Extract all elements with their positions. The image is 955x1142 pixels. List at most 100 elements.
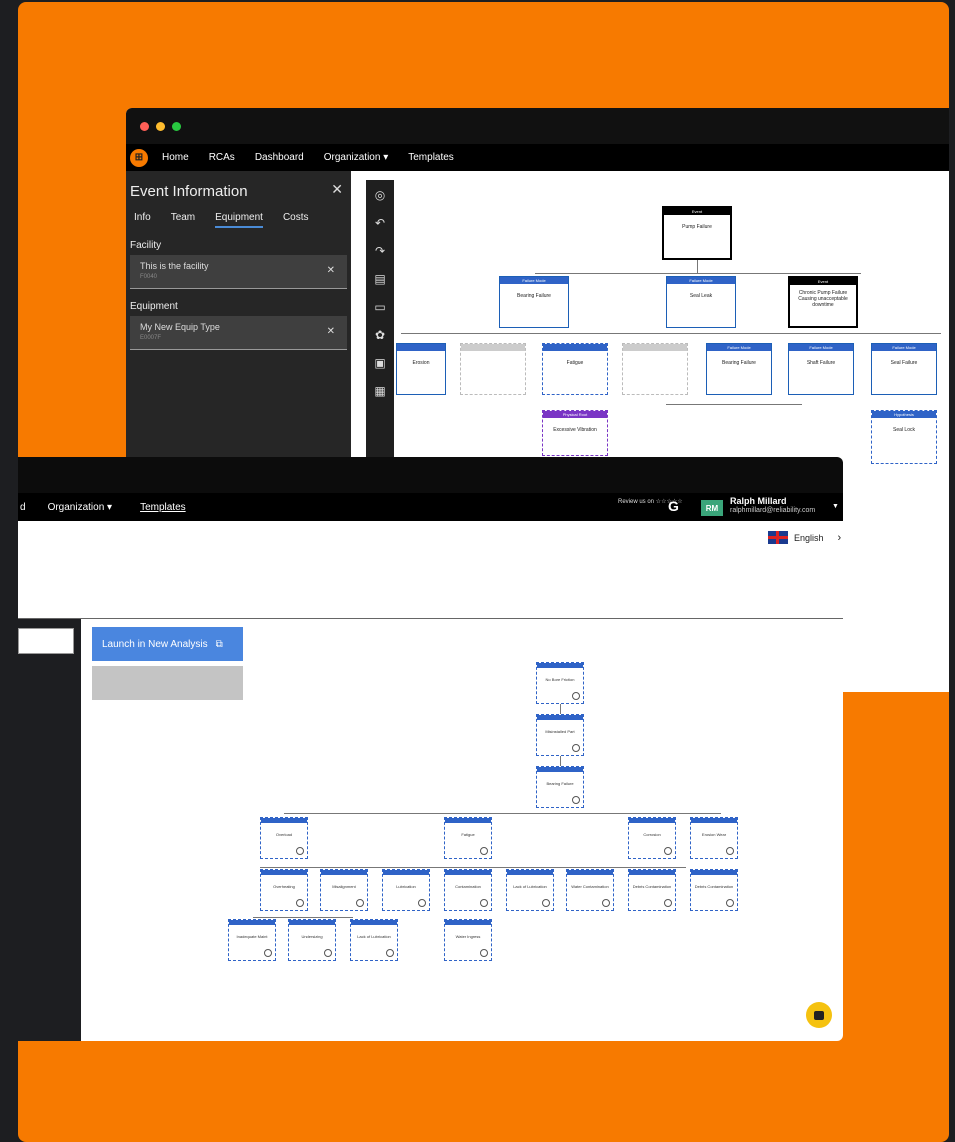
node-text: Fatigue: [566, 360, 584, 366]
node-text: Excessive Vibration: [553, 427, 597, 433]
tab-costs[interactable]: Costs: [283, 212, 309, 228]
folder-icon[interactable]: ▭: [374, 300, 385, 314]
nav-dashboard[interactable]: Dashboard: [255, 152, 304, 163]
failure-mode-node[interactable]: Failure Mode Seal Failure: [871, 343, 937, 395]
node-header: Hypothesis: [872, 411, 936, 418]
event-node[interactable]: Event Pump Failure: [662, 206, 732, 260]
event-info-panel: Event Information ✕ Info Team Equipment …: [126, 171, 351, 471]
tree-node[interactable]: Contamination: [444, 869, 492, 911]
nav-rcas[interactable]: RCAs: [209, 152, 235, 163]
undo-icon[interactable]: ↶: [375, 216, 385, 230]
physical-root-node[interactable]: Physical Root Excessive Vibration: [542, 410, 608, 456]
close-dot[interactable]: [140, 121, 149, 131]
clipboard-icon[interactable]: ▦: [374, 384, 385, 398]
tree-node[interactable]: Water Contamination: [566, 869, 614, 911]
tree-node[interactable]: Lubrication: [382, 869, 430, 911]
palette-icon[interactable]: ◎: [375, 188, 385, 202]
nav-organization[interactable]: Organization ▾: [324, 152, 389, 163]
nav-templates[interactable]: Templates: [408, 152, 454, 163]
tree-node[interactable]: Overload: [260, 817, 308, 859]
top-nav: ⊞ Home RCAs Dashboard Organization ▾ Tem…: [126, 144, 949, 171]
tree-node[interactable]: Erosion Wear: [690, 817, 738, 859]
facility-field[interactable]: This is the facility F0040 ✕: [130, 255, 347, 289]
redo-icon[interactable]: ↷: [375, 244, 385, 258]
nav-home[interactable]: Home: [162, 152, 189, 163]
panel-tabs: Info Team Equipment Costs: [126, 200, 351, 228]
tab-equipment[interactable]: Equipment: [215, 212, 263, 228]
hypothesis-node[interactable]: Hypothesis Seal Lock: [871, 410, 937, 464]
connector: [697, 260, 698, 274]
image-icon[interactable]: ▣: [374, 356, 385, 370]
divider: [18, 618, 843, 619]
connector: [666, 404, 802, 405]
tree-node[interactable]: No Bore Friction: [536, 662, 584, 704]
node-header: [543, 344, 607, 351]
cause-node[interactable]: Erosion: [396, 343, 446, 395]
node-header: Failure Mode: [872, 344, 936, 351]
g2-logo-icon[interactable]: G: [668, 498, 679, 514]
minimize-dot[interactable]: [156, 121, 165, 131]
launch-new-analysis-button[interactable]: Launch in New Analysis ⧉: [92, 627, 243, 661]
tree-node[interactable]: Water Ingress: [444, 919, 492, 961]
chat-button[interactable]: [806, 1002, 832, 1028]
window-titlebar: [18, 457, 843, 493]
nav-partial[interactable]: d: [20, 502, 26, 513]
search-input[interactable]: [18, 628, 74, 654]
chevron-right-icon: ›: [837, 531, 842, 544]
placeholder-node[interactable]: [622, 343, 688, 395]
left-sidebar: [18, 619, 81, 1041]
tree-node[interactable]: Overheating: [260, 869, 308, 911]
connector: [401, 333, 941, 334]
tree-node[interactable]: Fatigue: [444, 817, 492, 859]
facility-code: F0040: [140, 274, 158, 280]
node-header: Failure Mode: [789, 344, 853, 351]
failure-mode-node[interactable]: Failure Mode Bearing Failure: [706, 343, 772, 395]
avatar[interactable]: RM: [701, 500, 723, 516]
connector: [260, 867, 686, 868]
node-header: Failure Mode: [500, 277, 568, 284]
tree-node[interactable]: Lack of Lubrication: [506, 869, 554, 911]
maximize-dot[interactable]: [172, 121, 181, 131]
equipment-code: E0007F: [140, 335, 162, 341]
notes-icon[interactable]: ▤: [374, 272, 385, 286]
chevron-down-icon[interactable]: ▼: [832, 503, 839, 510]
equipment-value: My New Equip Type: [140, 322, 220, 332]
tree-node[interactable]: Corrosion: [628, 817, 676, 859]
failure-mode-node[interactable]: Failure Mode Seal Leak: [666, 276, 736, 328]
equipment-field[interactable]: My New Equip Type E0007F ✕: [130, 316, 347, 350]
node-text: Bearing Failure: [722, 360, 756, 366]
facility-value: This is the facility: [140, 261, 209, 271]
tree-node[interactable]: Lack of Lubrication: [350, 919, 398, 961]
app-logo-icon[interactable]: ⊞: [130, 148, 148, 167]
nav-organization[interactable]: Organization ▾: [48, 502, 113, 513]
clear-equipment-icon[interactable]: ✕: [327, 326, 335, 337]
tree-node[interactable]: Debris Contamination: [628, 869, 676, 911]
user-email: ralphmillard@reliability.com: [730, 507, 816, 514]
tree-node[interactable]: Undersizing: [288, 919, 336, 961]
tree-node[interactable]: Bearing Failure: [536, 766, 584, 808]
node-header: [397, 344, 445, 351]
tree-node[interactable]: Misalignment: [320, 869, 368, 911]
failure-mode-node[interactable]: Failure Mode Bearing Failure: [499, 276, 569, 328]
connector: [284, 813, 721, 814]
placeholder-node[interactable]: [460, 343, 526, 395]
disabled-button[interactable]: [92, 666, 243, 700]
language-selector[interactable]: English ›: [768, 531, 841, 544]
chat-icon: [814, 1010, 824, 1020]
tab-info[interactable]: Info: [134, 212, 151, 228]
tree-node[interactable]: Debris Contamination: [690, 869, 738, 911]
user-name[interactable]: Ralph Millard: [730, 496, 787, 506]
equipment-label: Equipment: [130, 301, 178, 312]
clear-facility-icon[interactable]: ✕: [327, 265, 335, 276]
tree-node[interactable]: Inadequate Maint: [228, 919, 276, 961]
nav-templates[interactable]: Templates: [140, 502, 186, 513]
button-label: Launch in New Analysis: [102, 638, 208, 650]
failure-mode-node[interactable]: Failure Mode Shaft Failure: [788, 343, 854, 395]
tool-strip: ◎ ↶ ↷ ▤ ▭ ✿ ▣ ▦: [366, 180, 394, 488]
close-icon[interactable]: ✕: [331, 181, 343, 198]
settings-icon[interactable]: ✿: [375, 328, 385, 342]
event-node[interactable]: Event Chronic Pump Failure Causing unacc…: [788, 276, 858, 328]
tree-node[interactable]: Misinstalled Part: [536, 714, 584, 756]
tab-team[interactable]: Team: [171, 212, 195, 228]
hypothesis-node[interactable]: Fatigue: [542, 343, 608, 395]
